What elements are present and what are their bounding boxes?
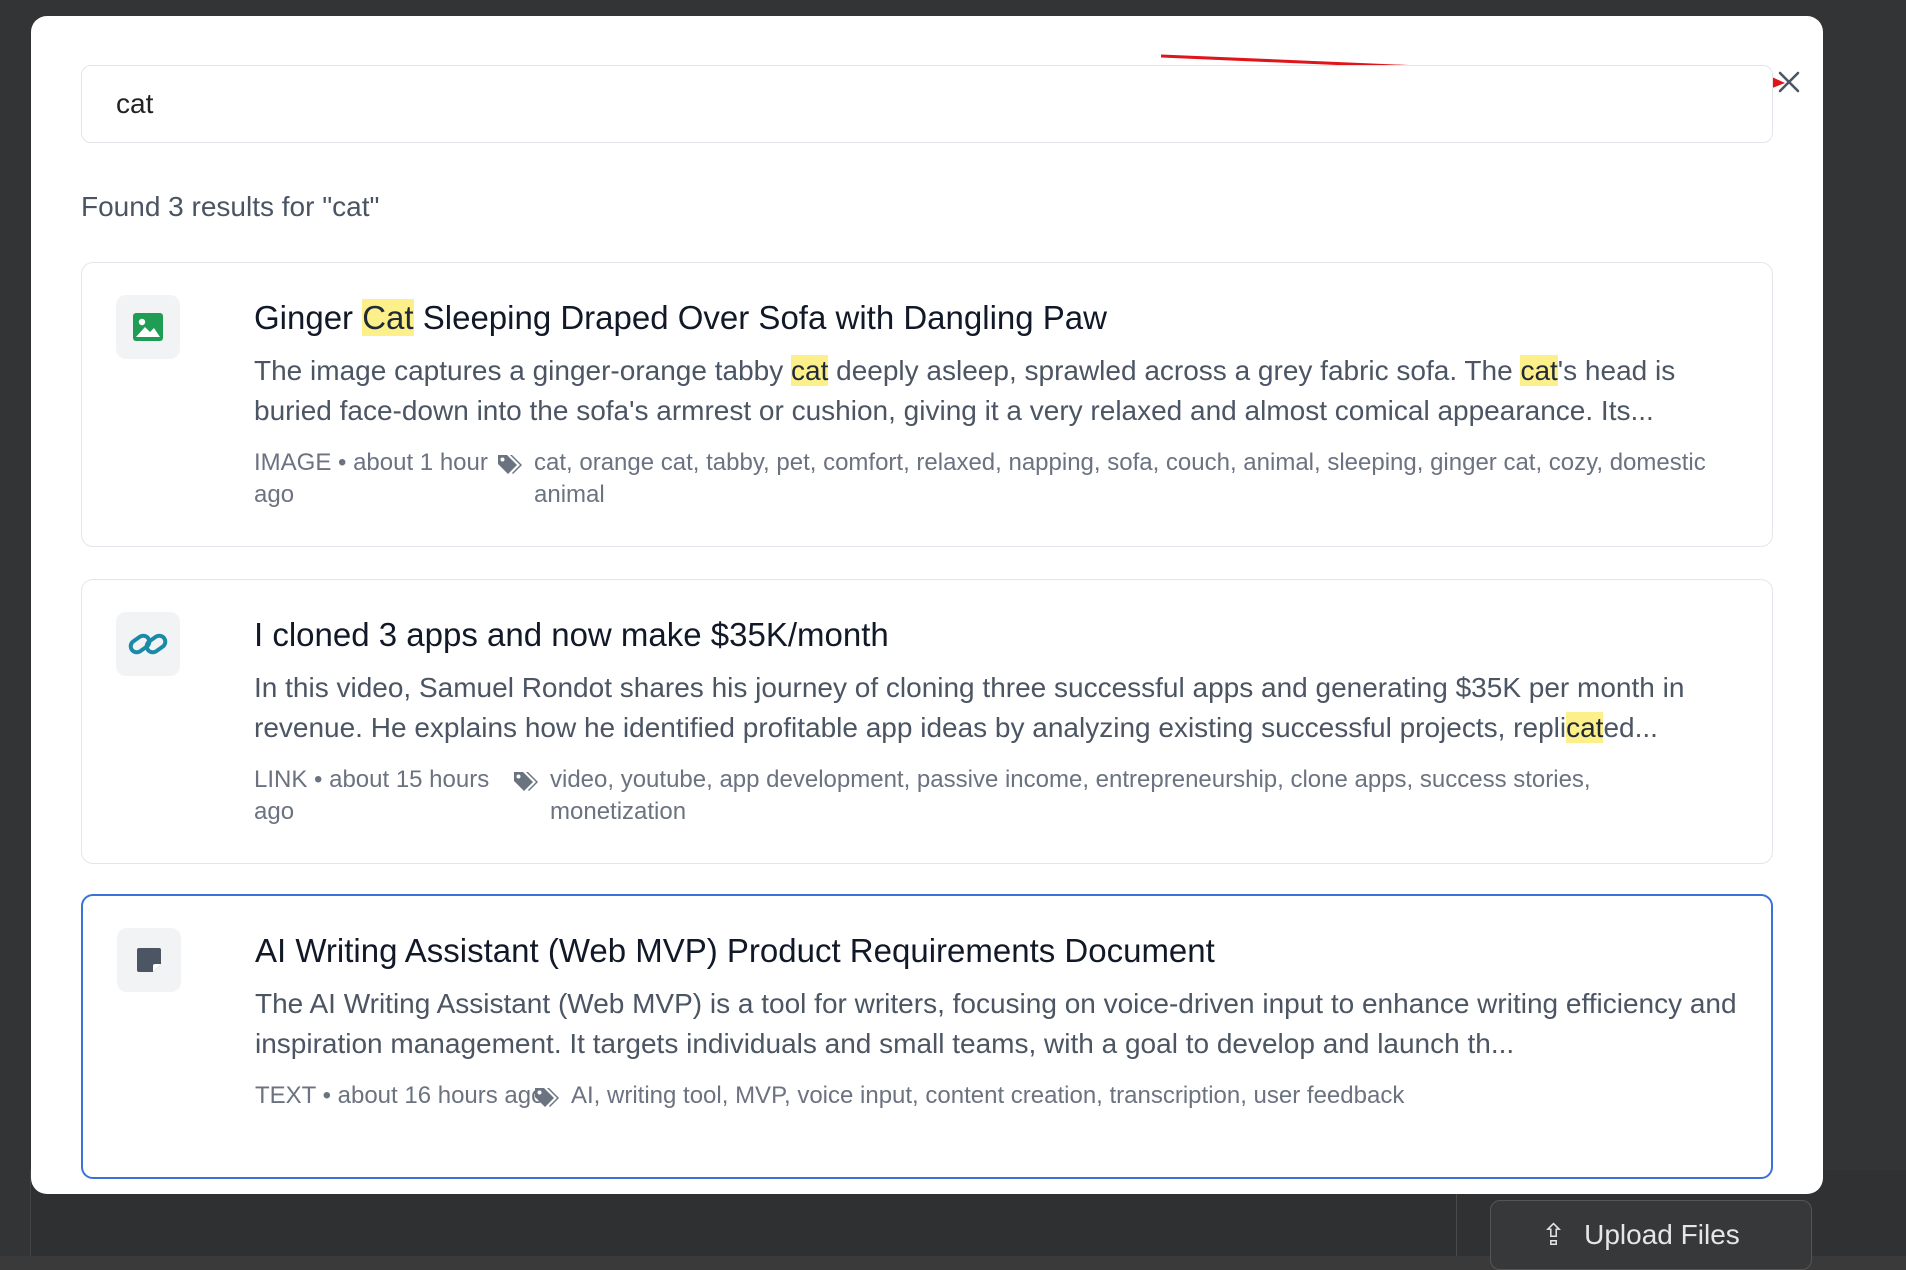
result-tags-text: cat, orange cat, tabby, pet, comfort, re…: [534, 449, 1706, 508]
tags-icon: [514, 772, 538, 791]
tags-icon: [498, 455, 522, 474]
upload-icon: ⇪: [1541, 1218, 1567, 1252]
text-segment: In this video, Samuel Rondot shares his …: [254, 672, 1685, 743]
text-segment: Ginger: [254, 299, 363, 336]
results-count: Found 3 results for "cat": [81, 191, 380, 222]
result-description: The image captures a ginger-orange tabby…: [254, 351, 1742, 431]
search-result-card[interactable]: Ginger Cat Sleeping Draped Over Sofa wit…: [81, 262, 1773, 547]
result-title[interactable]: AI Writing Assistant (Web MVP) Product R…: [255, 932, 1741, 970]
text-segment: The AI Writing Assistant (Web MVP) is a …: [255, 988, 1737, 1059]
result-tags: AI, writing tool, MVP, voice input, cont…: [533, 1080, 1721, 1112]
text-segment: I cloned 3 apps and now make $35K/month: [254, 616, 889, 653]
result-title[interactable]: Ginger Cat Sleeping Draped Over Sofa wit…: [254, 299, 1742, 337]
search-modal: Found 3 results for "cat" Ginger Cat Sle…: [31, 16, 1823, 1194]
upload-files-label: Upload Files: [1584, 1219, 1740, 1250]
note-icon: [137, 948, 161, 972]
close-icon: [1778, 71, 1800, 93]
result-description: The AI Writing Assistant (Web MVP) is a …: [255, 984, 1741, 1064]
upload-files-button[interactable]: ⇪ Upload Files: [1490, 1200, 1812, 1270]
result-description: In this video, Samuel Rondot shares his …: [254, 668, 1742, 748]
result-tags: cat, orange cat, tabby, pet, comfort, re…: [496, 447, 1722, 511]
tags-icon: [535, 1088, 559, 1107]
result-tags: video, youtube, app development, passive…: [512, 764, 1722, 828]
result-tags-text: video, youtube, app development, passive…: [550, 766, 1591, 825]
close-button[interactable]: [1769, 62, 1809, 102]
result-type-icon-wrap: [116, 612, 180, 676]
search-match-highlight: cat: [791, 355, 829, 386]
search-match-highlight: Cat: [362, 299, 414, 336]
text-segment: The image captures a ginger-orange tabby: [254, 355, 791, 386]
search-result-card-selected[interactable]: AI Writing Assistant (Web MVP) Product R…: [81, 894, 1773, 1179]
image-icon: [133, 313, 163, 341]
result-meta: TEXT • about 16 hours ago: [255, 1082, 545, 1109]
text-segment: Sleeping Draped Over Sofa with Dangling …: [413, 299, 1107, 336]
result-type-icon-wrap: [117, 928, 181, 992]
search-result-card[interactable]: I cloned 3 apps and now make $35K/month …: [81, 579, 1773, 864]
search-input[interactable]: [81, 65, 1773, 143]
text-segment: deeply asleep, sprawled across a grey fa…: [828, 355, 1521, 386]
search-match-highlight: cat: [1566, 712, 1604, 743]
result-type-icon-wrap: [116, 295, 180, 359]
result-meta: IMAGE • about 1 hour ago: [254, 449, 488, 508]
link-icon: [128, 633, 168, 655]
text-segment: ed...: [1603, 712, 1658, 743]
result-title[interactable]: I cloned 3 apps and now make $35K/month: [254, 616, 1742, 654]
text-segment: AI Writing Assistant (Web MVP) Product R…: [255, 932, 1215, 969]
result-meta: LINK • about 15 hours ago: [254, 766, 490, 825]
search-match-highlight: cat: [1520, 355, 1558, 386]
result-tags-text: AI, writing tool, MVP, voice input, cont…: [571, 1082, 1405, 1109]
